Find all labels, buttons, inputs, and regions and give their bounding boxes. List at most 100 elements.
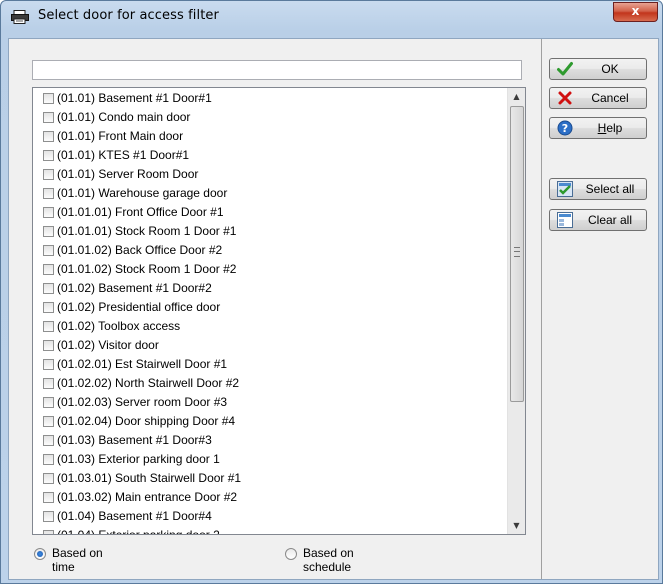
- action-pane: OK Cancel ? Help Select all Clear all: [541, 39, 659, 579]
- radio-time-label: Based on time: [52, 546, 132, 574]
- door-checkbox[interactable]: [43, 359, 54, 370]
- door-list-item[interactable]: (01.03) Basement #1 Door#3: [33, 431, 507, 450]
- door-list-item[interactable]: (01.01.01) Stock Room 1 Door #1: [33, 222, 507, 241]
- door-checkbox[interactable]: [43, 378, 54, 389]
- door-list-item[interactable]: (01.01) Front Main door: [33, 127, 507, 146]
- door-list-item[interactable]: (01.01.02) Back Office Door #2: [33, 241, 507, 260]
- door-checkbox[interactable]: [43, 321, 54, 332]
- help-button[interactable]: ? Help: [549, 117, 647, 139]
- door-list[interactable]: (01.01) Basement #1 Door#1 (01.01) Condo …: [32, 87, 526, 535]
- door-checkbox[interactable]: [43, 226, 54, 237]
- door-list-item[interactable]: (01.02.04) Door shipping Door #4: [33, 412, 507, 431]
- scroll-up-arrow-icon[interactable]: ▲: [508, 88, 525, 105]
- cancel-button[interactable]: Cancel: [549, 87, 647, 109]
- door-list-item[interactable]: (01.01) Server Room Door: [33, 165, 507, 184]
- door-list-item[interactable]: (01.03.01) South Stairwell Door #1: [33, 469, 507, 488]
- door-checkbox[interactable]: [43, 283, 54, 294]
- door-checkbox[interactable]: [43, 150, 54, 161]
- door-checkbox[interactable]: [43, 169, 54, 180]
- select-all-button[interactable]: Select all: [549, 178, 647, 200]
- scrollbar-thumb[interactable]: [510, 106, 524, 402]
- door-list-item[interactable]: (01.01) Condo main door: [33, 108, 507, 127]
- door-list-items: (01.01) Basement #1 Door#1 (01.01) Condo …: [33, 89, 507, 535]
- door-label: (01.02) Toolbox access: [57, 319, 181, 333]
- door-list-item[interactable]: (01.04) Exterior parking door 2: [33, 526, 507, 535]
- door-label: (01.01) Basement #1 Door#1: [57, 91, 212, 105]
- door-checkbox[interactable]: [43, 492, 54, 503]
- door-label: (01.03) Basement #1 Door#3: [57, 433, 212, 447]
- door-label: (01.02.01) Est Stairwell Door #1: [57, 357, 228, 371]
- door-list-item[interactable]: (01.02) Presidential office door: [33, 298, 507, 317]
- grip-icon: [514, 247, 520, 257]
- door-checkbox[interactable]: [43, 511, 54, 522]
- door-list-item[interactable]: (01.02.03) Server room Door #3: [33, 393, 507, 412]
- select-all-icon: [557, 181, 573, 197]
- clear-all-label: Clear all: [587, 213, 632, 227]
- door-list-item[interactable]: (01.01) Warehouse garage door: [33, 184, 507, 203]
- clear-all-button[interactable]: Clear all: [549, 209, 647, 231]
- help-label: Help: [597, 121, 623, 135]
- door-checkbox[interactable]: [43, 207, 54, 218]
- radio-based-on-time[interactable]: Based on time: [34, 546, 132, 574]
- door-checkbox[interactable]: [43, 530, 54, 534]
- door-list-item[interactable]: (01.02) Visitor door: [33, 336, 507, 355]
- title-bar[interactable]: Select door for access filter x: [1, 1, 662, 31]
- ok-button[interactable]: OK: [549, 58, 647, 80]
- search-input[interactable]: [32, 60, 522, 80]
- door-list-item[interactable]: (01.02.01) Est Stairwell Door #1: [33, 355, 507, 374]
- help-circle-icon: ?: [557, 120, 573, 136]
- radio-based-on-schedule[interactable]: Based on schedule: [285, 546, 383, 574]
- radio-time-indicator[interactable]: [34, 548, 46, 560]
- door-label: (01.02) Visitor door: [57, 338, 159, 352]
- close-button[interactable]: x: [613, 2, 658, 22]
- door-checkbox[interactable]: [43, 454, 54, 465]
- door-checkbox[interactable]: [43, 112, 54, 123]
- door-checkbox[interactable]: [43, 435, 54, 446]
- clear-all-icon: [557, 212, 573, 228]
- door-list-item[interactable]: (01.04) Basement #1 Door#4: [33, 507, 507, 526]
- dialog-body: (01.01) Basement #1 Door#1 (01.01) Condo …: [8, 38, 659, 580]
- dialog-window: Select door for access filter x (01.01) …: [0, 0, 663, 584]
- door-checkbox[interactable]: [43, 264, 54, 275]
- door-label: (01.01.02) Back Office Door #2: [57, 243, 223, 257]
- door-label: (01.01) Warehouse garage door: [57, 186, 228, 200]
- door-label: (01.02.03) Server room Door #3: [57, 395, 228, 409]
- door-label: (01.01) Server Room Door: [57, 167, 199, 181]
- scroll-down-arrow-icon[interactable]: ▼: [508, 517, 525, 534]
- radio-schedule-indicator[interactable]: [285, 548, 297, 560]
- door-checkbox[interactable]: [43, 340, 54, 351]
- radio-schedule-label-line2: schedule: [303, 560, 352, 574]
- door-checkbox[interactable]: [43, 131, 54, 142]
- radio-time-label-line2: time: [52, 560, 75, 574]
- door-label: (01.02) Presidential office door: [57, 300, 221, 314]
- door-label: (01.03.01) South Stairwell Door #1: [57, 471, 242, 485]
- printer-door-icon: [11, 10, 29, 24]
- door-label: (01.01) Front Main door: [57, 129, 184, 143]
- door-checkbox[interactable]: [43, 416, 54, 427]
- door-label: (01.02.02) North Stairwell Door #2: [57, 376, 240, 390]
- door-label: (01.04) Exterior parking door 2: [57, 528, 220, 535]
- door-list-item[interactable]: (01.03.02) Main entrance Door #2: [33, 488, 507, 507]
- door-list-item[interactable]: (01.01.02) Stock Room 1 Door #2: [33, 260, 507, 279]
- door-checkbox[interactable]: [43, 245, 54, 256]
- door-list-item[interactable]: (01.03) Exterior parking door 1: [33, 450, 507, 469]
- red-x-icon: [557, 90, 573, 106]
- door-checkbox[interactable]: [43, 473, 54, 484]
- door-label: (01.02) Basement #1 Door#2: [57, 281, 212, 295]
- door-list-item[interactable]: (01.02) Toolbox access: [33, 317, 507, 336]
- door-checkbox[interactable]: [43, 93, 54, 104]
- door-checkbox[interactable]: [43, 302, 54, 313]
- door-checkbox[interactable]: [43, 397, 54, 408]
- window-title: Select door for access filter: [38, 8, 219, 23]
- cancel-label: Cancel: [591, 91, 629, 105]
- door-list-item[interactable]: (01.02.02) North Stairwell Door #2: [33, 374, 507, 393]
- door-list-item[interactable]: (01.01.01) Front Office Door #1: [33, 203, 507, 222]
- door-label: (01.03.02) Main entrance Door #2: [57, 490, 238, 504]
- door-list-item[interactable]: (01.01) KTES #1 Door#1: [33, 146, 507, 165]
- door-list-item[interactable]: (01.02) Basement #1 Door#2: [33, 279, 507, 298]
- door-label: (01.03) Exterior parking door 1: [57, 452, 220, 466]
- vertical-scrollbar[interactable]: ▲ ▼: [507, 88, 525, 534]
- door-list-item[interactable]: (01.01) Basement #1 Door#1: [33, 89, 507, 108]
- svg-text:?: ?: [562, 122, 568, 135]
- door-checkbox[interactable]: [43, 188, 54, 199]
